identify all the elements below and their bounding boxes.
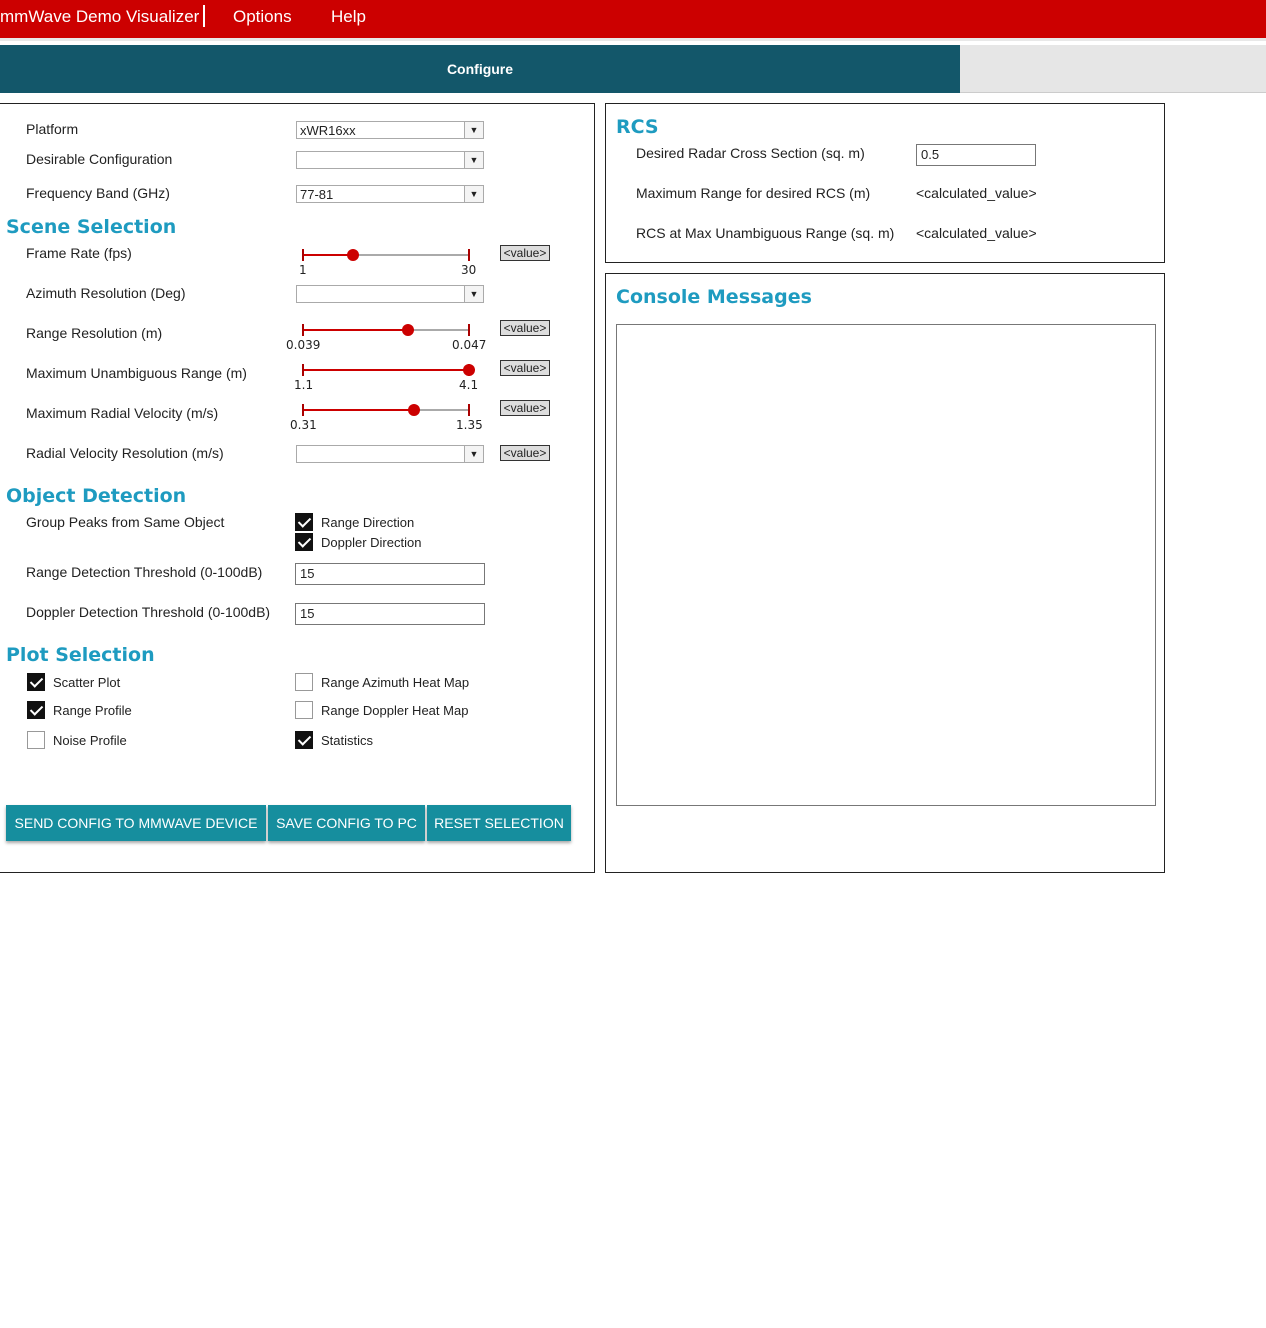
radial-velocity-resolution-value-box: <value> xyxy=(500,445,550,461)
max-radial-velocity-value: <value> xyxy=(500,400,550,416)
rcs-title: RCS xyxy=(616,116,659,138)
slider-max-label: 1.35 xyxy=(456,418,483,432)
frame-rate-slider[interactable]: 1 30 xyxy=(290,242,490,277)
slider-max-label: 0.047 xyxy=(452,338,487,352)
desired-rcs-label: Desired Radar Cross Section (sq. m) xyxy=(636,145,865,161)
doppler-direction-label: Doppler Direction xyxy=(321,535,422,550)
menu-bar: mmWave Demo Visualizer Options Help xyxy=(0,0,1266,38)
slider-max-tick xyxy=(468,404,470,416)
slider-max-tick xyxy=(468,249,470,261)
range-azimuth-heatmap-label: Range Azimuth Heat Map xyxy=(321,675,470,690)
doppler-direction-checkbox[interactable] xyxy=(295,533,313,551)
slider-max-label: 4.1 xyxy=(459,378,479,392)
help-menu[interactable]: Help xyxy=(331,7,366,27)
frequency-band-value: 77-81 xyxy=(300,187,334,202)
range-resolution-slider[interactable]: 0.039 0.047 xyxy=(286,317,490,352)
object-detection-title: Object Detection xyxy=(6,485,187,507)
noise-profile-label: Noise Profile xyxy=(53,733,127,748)
reset-selection-button[interactable]: RESET SELECTION xyxy=(427,805,571,841)
statistics-checkbox[interactable] xyxy=(295,731,313,749)
doppler-threshold-label: Doppler Detection Threshold (0-100dB) xyxy=(26,604,271,620)
max-range-rcs-label: Maximum Range for desired RCS (m) xyxy=(636,185,871,201)
max-unambiguous-range-slider[interactable]: 1.1 4.1 xyxy=(290,357,490,392)
slider-max-label: 30 xyxy=(461,263,477,277)
slider-fill xyxy=(303,369,469,371)
console-output[interactable] xyxy=(616,324,1156,806)
slider-min-label: 0.039 xyxy=(286,338,321,352)
max-radial-velocity-slider[interactable]: 0.31 1.35 xyxy=(290,397,490,432)
max-radial-velocity-label: Maximum Radial Velocity (m/s) xyxy=(26,405,219,421)
slider-min-label: 0.31 xyxy=(290,418,317,432)
scatter-plot-label: Scatter Plot xyxy=(53,675,121,690)
frequency-band-label: Frequency Band (GHz) xyxy=(26,185,170,201)
tab-bar-divider xyxy=(960,92,1266,93)
desirable-configuration-select[interactable]: ▼ xyxy=(296,151,484,169)
plot-selection-title: Plot Selection xyxy=(6,644,155,666)
range-resolution-label: Range Resolution (m) xyxy=(26,325,163,341)
slider-thumb[interactable] xyxy=(463,364,475,376)
desired-rcs-input[interactable]: 0.5 xyxy=(916,144,1036,166)
rcs-at-max-range-value: <calculated_value> xyxy=(916,225,1037,241)
max-unambiguous-range-label: Maximum Unambiguous Range (m) xyxy=(26,365,247,381)
send-config-button[interactable]: SEND CONFIG TO MMWAVE DEVICE xyxy=(6,805,266,841)
slider-thumb[interactable] xyxy=(401,324,414,336)
slider-min-label: 1 xyxy=(299,263,307,277)
platform-select[interactable]: xWR16xx ▼ xyxy=(296,121,484,139)
range-profile-checkbox[interactable] xyxy=(27,701,45,719)
slider-min-tick xyxy=(302,249,304,261)
range-resolution-value: <value> xyxy=(500,320,550,336)
chevron-down-icon: ▼ xyxy=(464,122,483,138)
chevron-down-icon: ▼ xyxy=(464,186,483,202)
frame-rate-value: <value> xyxy=(500,245,550,261)
radial-velocity-resolution-select[interactable]: ▼ xyxy=(296,445,484,463)
azimuth-resolution-select[interactable]: ▼ xyxy=(296,285,484,303)
chevron-down-icon: ▼ xyxy=(464,286,483,302)
scatter-plot-checkbox[interactable] xyxy=(27,673,45,691)
slider-fill xyxy=(303,254,353,256)
slider-min-tick xyxy=(302,404,304,416)
max-range-rcs-value: <calculated_value> xyxy=(916,185,1037,201)
doppler-threshold-input[interactable]: 15 xyxy=(295,603,485,625)
slider-fill xyxy=(303,409,415,411)
range-doppler-heatmap-label: Range Doppler Heat Map xyxy=(321,703,469,718)
max-unambiguous-range-value: <value> xyxy=(500,360,550,376)
slider-max-tick xyxy=(468,324,470,336)
chevron-down-icon: ▼ xyxy=(464,446,483,462)
azimuth-resolution-label: Azimuth Resolution (Deg) xyxy=(26,285,186,301)
frequency-band-select[interactable]: 77-81 ▼ xyxy=(296,185,484,203)
range-threshold-label: Range Detection Threshold (0-100dB) xyxy=(26,564,263,580)
platform-value: xWR16xx xyxy=(300,123,356,138)
console-messages-title: Console Messages xyxy=(616,286,812,308)
scene-selection-title: Scene Selection xyxy=(6,216,177,238)
slider-min-tick xyxy=(302,324,304,336)
frame-rate-label: Frame Rate (fps) xyxy=(26,245,132,261)
range-profile-label: Range Profile xyxy=(53,703,132,718)
options-menu[interactable]: Options xyxy=(233,7,292,27)
tab-configure[interactable]: Configure xyxy=(0,45,960,93)
menu-separator xyxy=(203,5,205,27)
rcs-at-max-range-label: RCS at Max Unambiguous Range (sq. m) xyxy=(636,225,895,241)
menu-bar-divider xyxy=(0,38,1266,41)
statistics-label: Statistics xyxy=(321,733,374,748)
range-azimuth-heatmap-checkbox[interactable] xyxy=(295,673,313,691)
slider-min-tick xyxy=(302,364,304,376)
app-title: mmWave Demo Visualizer xyxy=(0,7,200,26)
range-threshold-input[interactable]: 15 xyxy=(295,563,485,585)
slider-fill xyxy=(303,329,408,331)
save-config-button[interactable]: SAVE CONFIG TO PC xyxy=(268,805,425,841)
slider-thumb[interactable] xyxy=(408,404,421,416)
slider-thumb[interactable] xyxy=(346,249,359,261)
group-peaks-label: Group Peaks from Same Object xyxy=(26,514,225,530)
range-direction-checkbox[interactable] xyxy=(295,513,313,531)
range-direction-label: Range Direction xyxy=(321,515,415,530)
radial-velocity-resolution-label: Radial Velocity Resolution (m/s) xyxy=(26,445,224,461)
range-doppler-heatmap-checkbox[interactable] xyxy=(295,701,313,719)
platform-label: Platform xyxy=(26,121,79,137)
chevron-down-icon: ▼ xyxy=(464,152,483,168)
tab-bar-empty-area xyxy=(960,45,1266,93)
noise-profile-checkbox[interactable] xyxy=(27,731,45,749)
desirable-configuration-label: Desirable Configuration xyxy=(26,151,173,167)
slider-min-label: 1.1 xyxy=(294,378,314,392)
